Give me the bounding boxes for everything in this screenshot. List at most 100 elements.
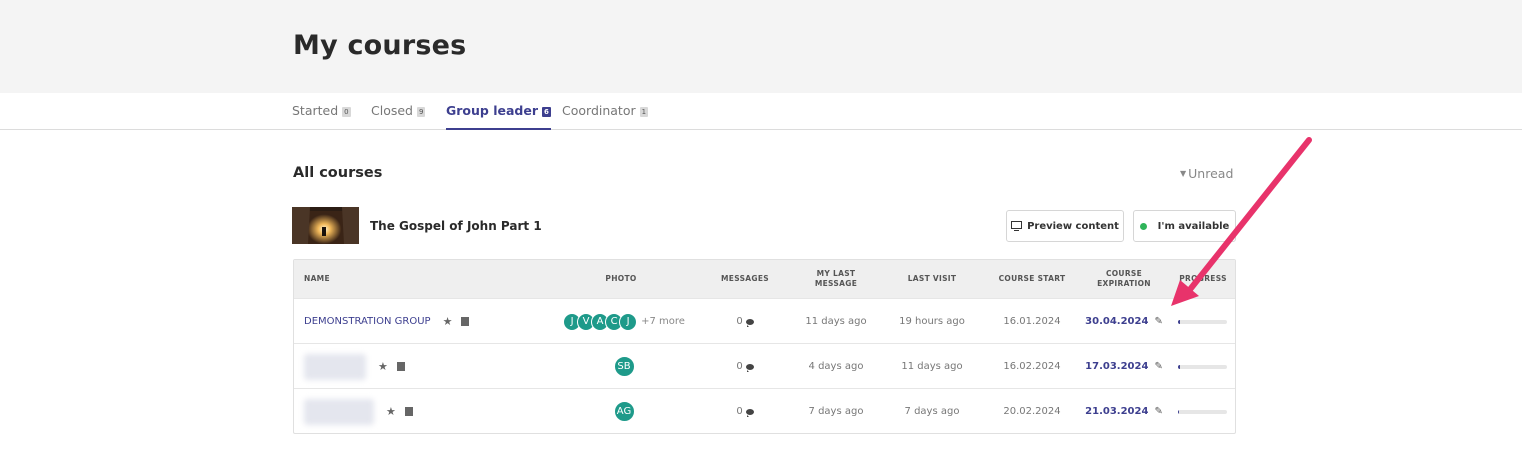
progress-bar <box>1178 409 1227 414</box>
course-start-cell: 16.02.2024 <box>1003 361 1061 372</box>
preview-content-label: Preview content <box>1027 220 1119 232</box>
pencil-icon[interactable]: ✎ <box>1154 406 1162 417</box>
note-icon[interactable] <box>396 362 405 371</box>
last-message-cell: 7 days ago <box>808 406 864 417</box>
name-cell: ★ <box>304 344 564 389</box>
star-icon[interactable]: ★ <box>378 360 388 373</box>
message-count: 0 <box>736 316 743 327</box>
last-message-cell: 4 days ago <box>808 361 864 372</box>
tab-count: 0 <box>342 107 351 117</box>
column-header-last-message[interactable]: MY LAST MESSAGE <box>804 260 868 298</box>
messages-cell[interactable]: 0 <box>711 389 779 434</box>
groups-table: NAME PHOTO MESSAGES MY LAST MESSAGE LAST… <box>293 259 1236 434</box>
caret-down-icon: ▼ <box>1180 169 1187 178</box>
group-name-redacted[interactable] <box>304 398 374 425</box>
tab-count: 6 <box>542 107 551 117</box>
progress-bar <box>1178 319 1227 324</box>
availability-button[interactable]: I'm available <box>1133 210 1236 242</box>
message-count: 0 <box>736 361 743 372</box>
course-thumbnail-image <box>292 207 359 244</box>
page-header <box>0 0 1522 93</box>
expiration-date: 21.03.2024 <box>1085 406 1149 417</box>
table-row[interactable]: DEMONSTRATION GROUP ★ J V A C J +7 more … <box>294 298 1235 343</box>
column-header-messages[interactable]: MESSAGES <box>711 260 779 298</box>
progress-fill <box>1178 319 1180 324</box>
expiration-cell: 17.03.2024 ✎ <box>1084 344 1164 389</box>
name-cell: DEMONSTRATION GROUP ★ <box>304 299 564 344</box>
messages-cell[interactable]: 0 <box>711 344 779 389</box>
tab-count: 9 <box>417 107 426 117</box>
expiration-cell: 30.04.2024 ✎ <box>1084 299 1164 344</box>
tab-count: 1 <box>639 107 649 117</box>
status-dot <box>1139 222 1147 230</box>
tab-started[interactable]: Started 0 <box>292 103 351 130</box>
row-icons: ★ <box>443 315 470 328</box>
tab-group-leader[interactable]: Group leader 6 <box>446 103 551 130</box>
table-row[interactable]: ★ SB 0 4 days ago 11 days ago 16.02.2024… <box>294 343 1235 388</box>
star-icon[interactable]: ★ <box>443 315 453 328</box>
progress-bar <box>1178 364 1227 369</box>
preview-content-button[interactable]: Preview content <box>1006 210 1124 242</box>
tab-coordinator[interactable]: Coordinator 1 <box>562 103 649 130</box>
unread-filter-label: Unread <box>1188 166 1234 181</box>
tab-bar: Started 0 Closed 9 Group leader 6 Coordinat… <box>0 93 1522 130</box>
more-members-link[interactable]: +7 more <box>641 316 685 327</box>
tab-label: Closed <box>371 103 413 118</box>
progress-fill <box>1178 409 1180 414</box>
table-row[interactable]: ★ AG 0 7 days ago 7 days ago 20.02.2024 … <box>294 388 1235 433</box>
pencil-icon[interactable]: ✎ <box>1154 316 1162 327</box>
course-start-cell: 16.01.2024 <box>1003 316 1061 327</box>
row-icons: ★ <box>378 360 405 373</box>
note-icon[interactable] <box>404 407 413 416</box>
photo-cell: J V A C J +7 more <box>559 299 689 344</box>
course-thumbnail[interactable] <box>292 207 359 244</box>
expiration-date: 17.03.2024 <box>1085 361 1149 372</box>
last-visit-cell: 11 days ago <box>901 361 963 372</box>
tab-closed[interactable]: Closed 9 <box>371 103 426 130</box>
column-header-course-expiration[interactable]: COURSE EXPIRATION <box>1089 260 1159 298</box>
tab-label: Started <box>292 103 339 118</box>
name-cell: ★ <box>304 389 564 434</box>
table-header: NAME PHOTO MESSAGES MY LAST MESSAGE LAST… <box>294 260 1235 298</box>
avatar[interactable]: SB <box>613 356 635 377</box>
message-count: 0 <box>736 406 743 417</box>
last-message-cell: 11 days ago <box>805 316 867 327</box>
progress-cell <box>1178 299 1233 344</box>
group-name-redacted[interactable] <box>304 353 366 380</box>
progress-cell <box>1178 344 1233 389</box>
column-header-last-visit[interactable]: LAST VISIT <box>897 260 967 298</box>
column-header-course-start[interactable]: COURSE START <box>994 260 1070 298</box>
progress-cell <box>1178 389 1233 434</box>
avatar-group: J V A C J +7 more <box>563 312 685 331</box>
messages-cell[interactable]: 0 <box>711 299 779 344</box>
photo-cell: AG <box>559 389 689 434</box>
page-title: My courses <box>293 30 467 61</box>
chat-bubble-icon <box>745 318 754 327</box>
photo-cell: SB <box>559 344 689 389</box>
row-icons: ★ <box>386 405 413 418</box>
course-title: The Gospel of John Part 1 <box>370 219 542 233</box>
chat-bubble-icon <box>745 363 754 372</box>
unread-filter[interactable]: ▼ Unread <box>1180 166 1233 181</box>
progress-fill <box>1178 364 1180 369</box>
avatar[interactable]: J <box>619 312 638 331</box>
column-header-name[interactable]: NAME <box>294 260 354 298</box>
group-name-link[interactable]: DEMONSTRATION GROUP <box>304 316 431 327</box>
star-icon[interactable]: ★ <box>386 405 396 418</box>
expiration-date: 30.04.2024 <box>1085 316 1149 327</box>
chat-bubble-icon <box>745 408 754 417</box>
pencil-icon[interactable]: ✎ <box>1154 361 1162 372</box>
availability-label: I'm available <box>1157 220 1230 232</box>
section-title: All courses <box>293 165 383 181</box>
column-header-photo[interactable]: PHOTO <box>586 260 656 298</box>
tab-label: Coordinator <box>562 103 636 118</box>
column-header-progress[interactable]: PROGRESS <box>1172 260 1234 298</box>
last-visit-cell: 19 hours ago <box>899 316 965 327</box>
last-visit-cell: 7 days ago <box>904 406 960 417</box>
monitor-icon <box>1011 221 1023 231</box>
course-start-cell: 20.02.2024 <box>1003 406 1061 417</box>
avatar[interactable]: AG <box>613 401 635 422</box>
note-icon[interactable] <box>461 317 470 326</box>
expiration-cell: 21.03.2024 ✎ <box>1084 389 1164 434</box>
tab-label: Group leader <box>446 103 538 118</box>
